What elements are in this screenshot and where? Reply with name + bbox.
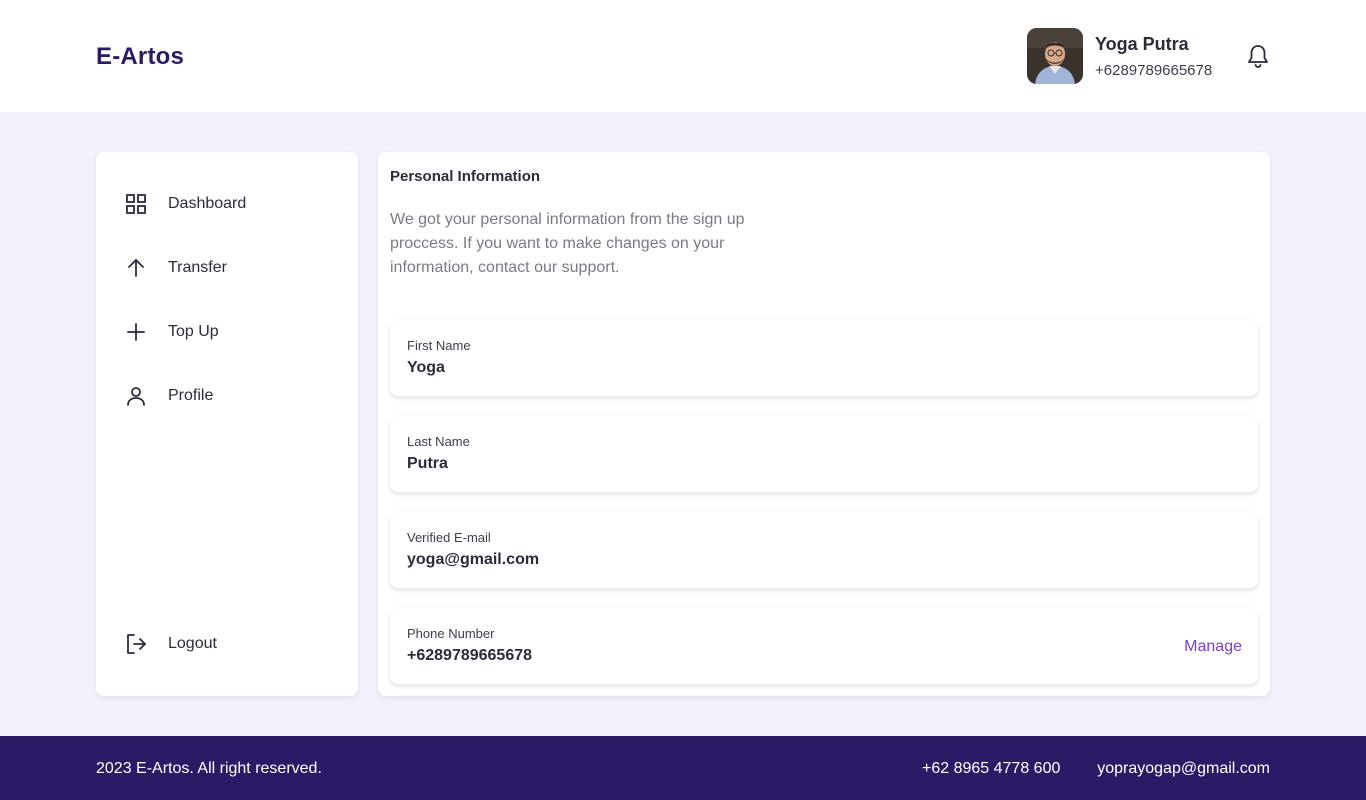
sidebar-item-dashboard[interactable]: Dashboard [124,188,334,220]
footer: 2023 E-Artos. All right reserved. +62 89… [0,736,1366,800]
field-value: +6289789665678 [407,647,533,664]
logout-button[interactable]: Logout [124,628,334,660]
sidebar-item-transfer[interactable]: Transfer [124,252,334,284]
sidebar-item-label: Profile [168,387,214,404]
logout-icon [124,632,148,656]
field-label: First Name [407,338,471,353]
sidebar-item-label: Top Up [168,323,219,340]
sidebar-item-profile[interactable]: Profile [124,380,334,412]
sidebar-item-label: Dashboard [168,195,247,212]
field-value: Putra [407,455,448,472]
user-profile-summary[interactable]: Yoga Putra +6289789665678 [1027,28,1227,84]
last-name-field: Last Name Putra [390,416,1258,492]
email-field: Verified E-mail yoga@gmail.com [390,512,1258,588]
field-value: Yoga [407,359,445,376]
page-description: We got your personal information from th… [390,211,745,276]
sidebar-item-label: Transfer [168,259,227,276]
grid-icon [124,192,148,216]
brand-logo[interactable]: E-Artos [96,43,184,71]
user-phone: +6289789665678 [1095,62,1213,79]
field-label: Phone Number [407,626,495,641]
user-icon [124,384,148,408]
field-label: Last Name [407,434,470,449]
arrow-up-icon [124,256,148,280]
footer-copyright: 2023 E-Artos. All right reserved. [96,760,322,777]
user-avatar[interactable] [1027,28,1083,84]
sidebar-item-top-up[interactable]: Top Up [124,316,334,348]
first-name-field: First Name Yoga [390,320,1258,396]
field-value: yoga@gmail.com [407,551,540,568]
user-name: Yoga Putra [1095,34,1189,54]
sidebar: Dashboard Transfer Top Up Profile Logout [96,152,358,696]
plus-icon [124,320,148,344]
page-title: Personal Information [390,168,541,185]
bell-icon[interactable] [1246,43,1270,69]
logout-label: Logout [168,635,217,652]
manage-phone-link[interactable]: Manage [1184,638,1242,656]
personal-info-panel: Personal Information We got your persona… [378,152,1270,696]
field-label: Verified E-mail [407,530,491,545]
footer-email: yoprayogap@gmail.com [1097,760,1270,777]
top-header: E-Artos Yoga Putra +6289789665678 [0,0,1366,112]
phone-number-field: Phone Number +6289789665678 Manage [390,608,1258,684]
footer-phone: +62 8965 4778 600 [922,760,1061,777]
